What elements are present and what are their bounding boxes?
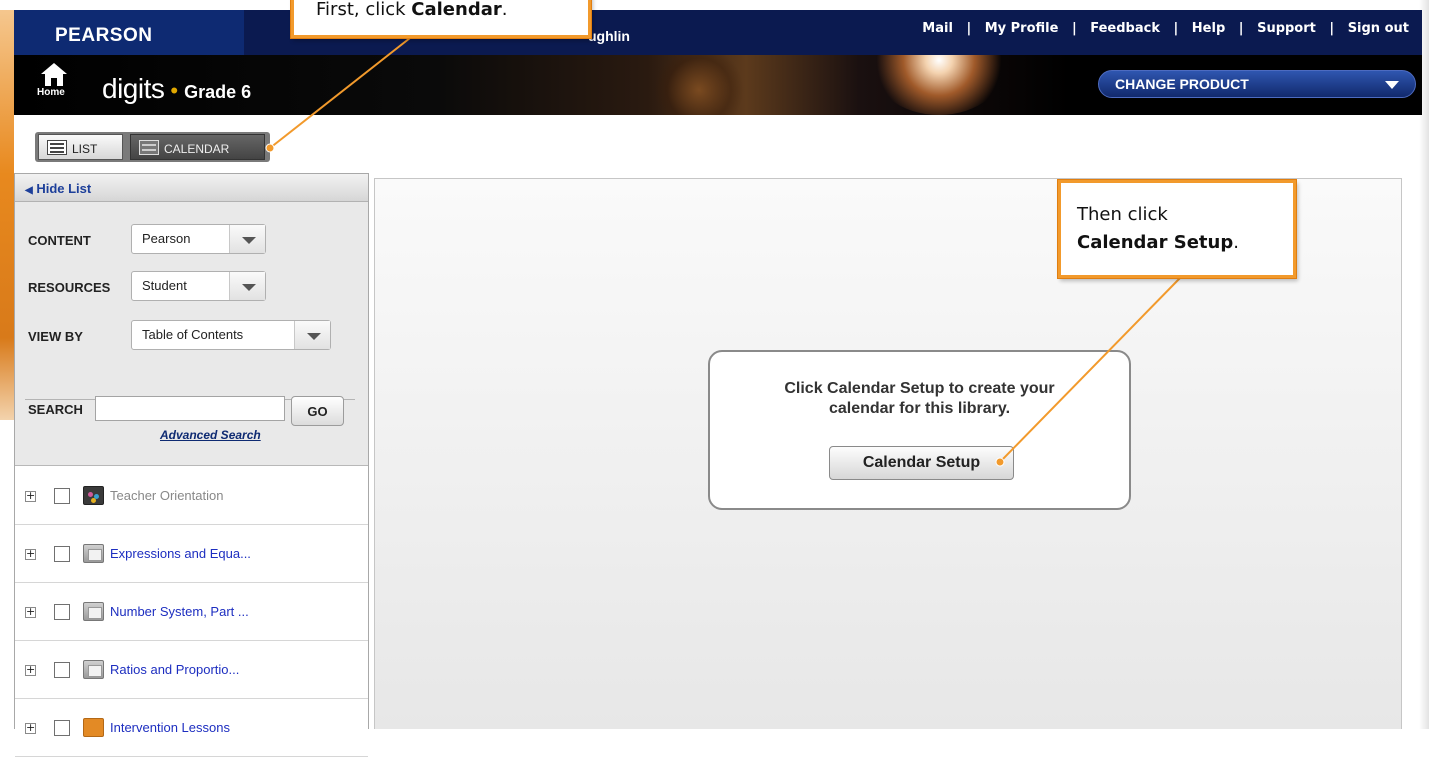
tree-item-label[interactable]: Expressions and Equa... <box>110 546 251 561</box>
grade-label: Grade 6 <box>184 82 252 102</box>
callout-first-bold: Calendar <box>411 0 502 20</box>
view-toggle: LIST CALENDAR <box>35 132 270 162</box>
tree-checkbox[interactable] <box>54 546 70 562</box>
my-profile-link[interactable]: My Profile <box>985 21 1059 36</box>
filters-panel: CONTENT Pearson RESOURCES Student VIEW B… <box>15 202 368 466</box>
help-link[interactable]: Help <box>1192 21 1225 36</box>
header-decoration <box>654 55 744 115</box>
expand-icon[interactable]: + <box>25 490 36 502</box>
view-by-select[interactable]: Table of Contents <box>131 320 331 350</box>
tree-checkbox[interactable] <box>54 662 70 678</box>
view-by-label: VIEW BY <box>28 329 83 344</box>
calendar-setup-dialog: Click Calendar Setup to create your cale… <box>708 350 1131 510</box>
change-product-dropdown[interactable]: CHANGE PRODUCT <box>1098 70 1416 98</box>
advanced-search-link[interactable]: Advanced Search <box>160 428 261 442</box>
support-link[interactable]: Support <box>1257 21 1316 36</box>
content-tree: + Teacher Orientation + Expressions and … <box>15 467 368 757</box>
home-icon <box>41 63 67 86</box>
tree-item-label[interactable]: Ratios and Proportio... <box>110 662 239 677</box>
tree-checkbox[interactable] <box>54 604 70 620</box>
view-by-select-value: Table of Contents <box>142 327 244 342</box>
list-view-label: LIST <box>72 142 98 156</box>
resources-select-value: Student <box>142 278 187 293</box>
product-name: digits <box>102 73 165 104</box>
go-button[interactable]: GO <box>291 396 344 426</box>
unit-book-icon <box>83 660 104 679</box>
content-select-value: Pearson <box>142 231 191 246</box>
tree-checkbox[interactable] <box>54 720 70 736</box>
top-nav-bar: PEARSON ughlin Mail | My Profile | Feedb… <box>14 10 1422 55</box>
change-product-label: CHANGE PRODUCT <box>1115 76 1249 92</box>
calendar-setup-button[interactable]: Calendar Setup <box>829 446 1014 480</box>
resources-label: RESOURCES <box>28 280 111 295</box>
header-lens-flare <box>869 55 1009 115</box>
content-select[interactable]: Pearson <box>131 224 266 254</box>
hide-list-label: Hide List <box>36 181 92 196</box>
folder-icon <box>83 486 104 505</box>
tree-item-label[interactable]: Intervention Lessons <box>110 720 230 735</box>
expand-icon[interactable]: + <box>25 664 36 676</box>
feedback-link[interactable]: Feedback <box>1090 21 1160 36</box>
chevron-down-icon <box>229 225 265 253</box>
search-input[interactable] <box>95 396 285 421</box>
pearson-logo[interactable]: PEARSON <box>14 10 244 55</box>
calendar-icon <box>139 140 159 155</box>
calendar-view-button[interactable]: CALENDAR <box>130 134 265 160</box>
message-line-2: calendar for this library. <box>828 400 1011 417</box>
tree-item-label[interactable]: Teacher Orientation <box>110 488 223 503</box>
sign-out-link[interactable]: Sign out <box>1348 21 1409 36</box>
tree-item-label[interactable]: Number System, Part ... <box>110 604 249 619</box>
callout-first-prefix: First, click <box>316 0 412 20</box>
tree-row: + Expressions and Equa... <box>15 525 368 583</box>
brand-separator: • <box>170 78 179 103</box>
list-view-button[interactable]: LIST <box>38 134 123 160</box>
callout-first-step: First, click Calendar. <box>291 0 591 38</box>
calendar-view-label: CALENDAR <box>164 142 230 156</box>
callout-second-line1: Then click <box>1077 204 1168 225</box>
triangle-left-icon: ◀ <box>25 185 33 196</box>
chevron-down-icon <box>1385 81 1399 89</box>
product-header: Home digits • Grade 6 CHANGE PRODUCT <box>14 55 1422 115</box>
message-line-1: Click Calendar Setup to create your <box>784 380 1055 397</box>
calendar-setup-message: Click Calendar Setup to create your cale… <box>710 379 1129 419</box>
tree-row: + Ratios and Proportio... <box>15 641 368 699</box>
tree-row: + Number System, Part ... <box>15 583 368 641</box>
unit-book-icon <box>83 602 104 621</box>
user-name: ughlin <box>588 28 630 44</box>
unit-book-icon <box>83 544 104 563</box>
callout-first-suffix: . <box>501 0 508 20</box>
left-panel: ◀ Hide List CONTENT Pearson RESOURCES St… <box>14 173 369 757</box>
chevron-down-icon <box>229 272 265 300</box>
top-links: Mail | My Profile | Feedback | Help | Su… <box>922 21 1409 36</box>
tree-checkbox[interactable] <box>54 488 70 504</box>
search-label: SEARCH <box>28 402 83 417</box>
mail-link[interactable]: Mail <box>922 21 953 36</box>
tree-row: + Intervention Lessons <box>15 699 368 757</box>
left-accent-bar <box>0 10 14 420</box>
hide-list-button[interactable]: ◀ Hide List <box>15 174 368 202</box>
tree-row: + Teacher Orientation <box>15 467 368 525</box>
home-button[interactable]: Home <box>34 61 74 111</box>
resources-select[interactable]: Student <box>131 271 266 301</box>
callout-second-suffix: . <box>1233 232 1239 253</box>
folder-icon <box>83 718 104 737</box>
expand-icon[interactable]: + <box>25 606 36 618</box>
home-label: Home <box>37 87 65 98</box>
callout-second-step: Then click Calendar Setup. <box>1058 180 1296 278</box>
product-brand: digits • Grade 6 <box>102 73 251 105</box>
chevron-down-icon <box>294 321 330 349</box>
expand-icon[interactable]: + <box>25 548 36 560</box>
content-label: CONTENT <box>28 233 91 248</box>
list-icon <box>47 140 67 155</box>
callout-second-bold: Calendar Setup <box>1077 232 1234 253</box>
